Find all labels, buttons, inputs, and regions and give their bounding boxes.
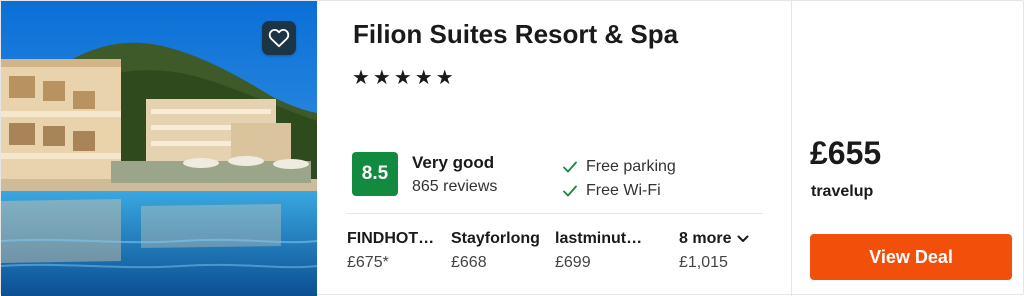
amenity-item: Free Wi-Fi xyxy=(562,179,676,203)
hotel-result-card[interactable]: Filion Suites Resort & Spa ★★★★★ 8.5 Ver… xyxy=(0,0,1024,296)
more-offers-label: 8 more xyxy=(679,230,732,247)
amenity-item: Free parking xyxy=(562,155,676,179)
deal-provider: travelup xyxy=(811,183,874,200)
offer-provider: lastminut… xyxy=(555,230,643,247)
offer-provider: FINDHOT… xyxy=(347,230,435,247)
offer-item[interactable]: Stayforlong £668 xyxy=(451,230,540,272)
star-rating: ★★★★★ xyxy=(352,67,457,89)
amenity-label: Free Wi-Fi xyxy=(586,182,661,199)
more-offers[interactable]: 8 more £1,015 xyxy=(679,230,749,272)
view-deal-button[interactable]: View Deal xyxy=(810,234,1012,280)
deal-price[interactable]: £655 xyxy=(810,135,881,172)
amenity-label: Free parking xyxy=(586,158,676,175)
amenity-list: Free parking Free Wi-Fi xyxy=(562,155,676,203)
favorite-button[interactable] xyxy=(262,21,296,55)
offer-price: £675* xyxy=(347,254,389,271)
check-icon xyxy=(563,185,577,197)
heart-icon xyxy=(268,28,290,48)
more-offers-price: £1,015 xyxy=(679,254,728,271)
offer-price: £699 xyxy=(555,254,591,271)
more-offers-button[interactable]: 8 more xyxy=(679,230,749,248)
hotel-name[interactable]: Filion Suites Resort & Spa xyxy=(353,19,678,50)
check-icon xyxy=(563,161,577,173)
review-count[interactable]: 865 reviews xyxy=(412,178,497,196)
chevron-down-icon xyxy=(737,235,749,242)
rating-label: Very good xyxy=(412,153,495,172)
offer-price: £668 xyxy=(451,254,487,271)
rating-score-badge: 8.5 xyxy=(352,152,398,196)
deal-column-divider xyxy=(791,1,792,296)
offer-item[interactable]: FINDHOT… £675* xyxy=(347,230,434,272)
hotel-photo[interactable] xyxy=(1,1,317,296)
offers-divider xyxy=(347,213,763,214)
offer-item[interactable]: lastminut… £699 xyxy=(555,230,642,272)
offer-provider: Stayforlong xyxy=(451,230,540,247)
